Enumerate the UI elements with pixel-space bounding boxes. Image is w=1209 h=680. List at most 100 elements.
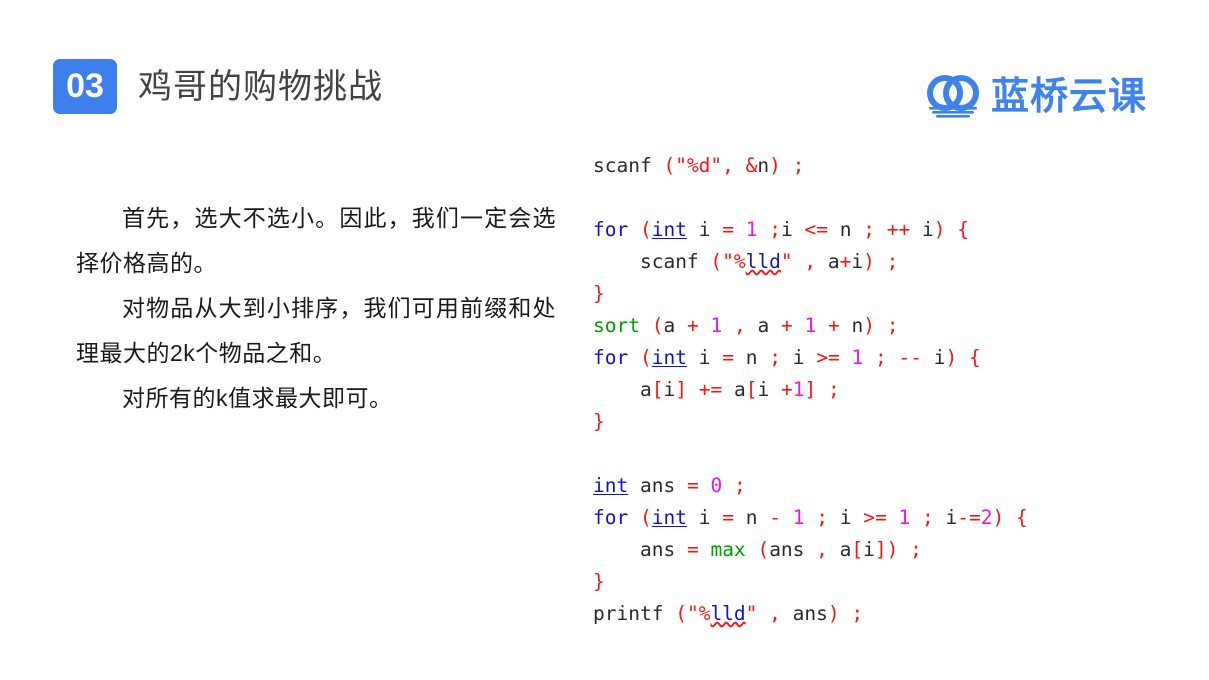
code-token-identifier: i: [921, 218, 934, 241]
code-token-punctuation: ;: [827, 378, 840, 401]
code-token-string: "%: [722, 250, 746, 273]
code-token-keyword: for: [593, 218, 629, 241]
code-token-punctuation: +: [780, 314, 793, 337]
code-token-punctuation: ;: [886, 250, 899, 273]
code-token-punctuation: &: [745, 154, 758, 177]
code-token-punctuation: (: [675, 602, 687, 625]
code-token-punctuation: +: [686, 314, 699, 337]
code-line: }: [593, 406, 1168, 438]
code-token-punctuation: {: [1015, 506, 1028, 529]
code-token-punctuation: ;: [851, 602, 864, 625]
code-token-keyword: int: [651, 506, 687, 529]
code-line: int ans = 0 ;: [593, 470, 1168, 502]
code-token-function: max: [710, 538, 746, 561]
code-token-identifier: ans: [769, 538, 805, 561]
explanation-paragraph-2: 对物品从大到小排序，我们可用前缀和处理最大的2k个物品之和。: [76, 295, 556, 366]
code-block: scanf ("%d", &n) ; for (int i = 1 ;i <= …: [593, 150, 1168, 630]
code-token-punctuation: ]: [804, 378, 817, 401]
code-token-punctuation: {: [957, 218, 969, 241]
code-token-punctuation: >=: [863, 506, 887, 529]
code-token-punctuation: ;: [921, 506, 934, 529]
explanation-text: 首先，选大不选小。因此，我们一定会选择价格高的。 对物品从大到小排序，我们可用前…: [76, 196, 556, 421]
code-token-identifier: i: [945, 506, 958, 529]
code-token-punctuation: ): [827, 602, 840, 625]
code-line: scanf ("%d", &n) ;: [593, 150, 1168, 182]
code-token-punctuation: }: [593, 282, 605, 305]
code-token-number: 2: [980, 506, 993, 529]
code-token-number: 1: [898, 506, 911, 529]
code-token-identifier: scanf: [639, 250, 699, 273]
code-token-keyword: for: [593, 346, 629, 369]
brand-rings-icon: [926, 75, 979, 118]
code-token-identifier: i: [698, 218, 711, 241]
code-token-punctuation: ]: [675, 378, 687, 401]
code-token-punctuation: ,: [722, 154, 734, 177]
code-token-identifier: i: [757, 378, 770, 401]
code-token-punctuation: ,: [769, 602, 781, 625]
code-token-string: "%: [686, 602, 711, 625]
code-token-string: ": [780, 250, 793, 273]
code-token-punctuation: =: [722, 346, 734, 369]
code-token-punctuation: ;: [863, 218, 875, 241]
code-line: }: [593, 566, 1168, 598]
code-token-string: "%d": [675, 154, 723, 177]
code-token-identifier: ans: [639, 538, 676, 561]
code-line: }: [593, 278, 1168, 310]
brand-logo: 蓝桥云课: [923, 68, 1147, 126]
code-token-identifier: a: [757, 314, 770, 337]
code-token-punctuation: ,: [816, 538, 828, 561]
code-token-punctuation: =: [686, 538, 699, 561]
slide-header: 03 鸡哥的购物挑战 蓝桥云课: [0, 0, 1209, 140]
code-token-identifier: i: [851, 250, 864, 273]
code-token-punctuation: ;: [874, 346, 887, 369]
code-token-punctuation: ): [863, 250, 875, 273]
code-token-identifier: ans: [792, 602, 828, 625]
code-token-punctuation: (: [663, 154, 676, 177]
code-token-keyword: int: [593, 474, 629, 497]
code-token-punctuation: ;: [792, 154, 805, 177]
code-token-punctuation: (: [710, 250, 723, 273]
code-token-punctuation: ): [863, 314, 875, 337]
code-token-keyword: int: [651, 218, 687, 241]
code-token-punctuation: +: [839, 250, 852, 273]
code-token-punctuation: [: [851, 538, 864, 561]
code-token-punctuation: {: [968, 346, 981, 369]
code-token-punctuation: ,: [804, 250, 817, 273]
code-line: scanf ("%lld" , a+i) ;: [593, 246, 1168, 278]
code-token-punctuation: =: [686, 474, 699, 497]
code-token-punctuation: ;: [769, 218, 781, 241]
code-token-punctuation: (: [651, 314, 664, 337]
code-token-punctuation: -=: [957, 506, 981, 529]
code-token-identifier: a: [839, 538, 852, 561]
code-token-identifier: i: [698, 506, 711, 529]
code-token-identifier: i: [663, 378, 676, 401]
code-token-identifier: a: [827, 250, 840, 273]
code-token-punctuation: }: [593, 410, 605, 433]
code-token-identifier: i: [863, 538, 875, 561]
code-token-identifier: i: [792, 346, 805, 369]
code-token-punctuation: +: [780, 378, 793, 401]
code-token-string-spellcheck: lld: [745, 250, 781, 273]
code-token-identifier: a: [639, 378, 652, 401]
code-token-punctuation: ]): [874, 538, 899, 561]
code-token-punctuation: ;: [769, 346, 781, 369]
code-token-number: 1: [792, 378, 805, 401]
code-token-punctuation: ;: [910, 538, 922, 561]
code-token-identifier: scanf: [593, 154, 652, 177]
code-token-punctuation: <=: [804, 218, 828, 241]
code-token-identifier: n: [839, 218, 852, 241]
code-token-punctuation: ;: [886, 314, 899, 337]
code-token-identifier: a: [663, 314, 676, 337]
code-token-punctuation: (: [639, 506, 652, 529]
code-line: printf ("%lld" , ans) ;: [593, 598, 1168, 630]
page-title: 鸡哥的购物挑战: [138, 68, 383, 106]
code-token-identifier: a: [733, 378, 746, 401]
code-token-punctuation: ): [769, 154, 781, 177]
code-token-number: 1: [804, 314, 817, 337]
code-token-identifier: printf: [593, 602, 664, 625]
code-token-keyword: for: [593, 506, 629, 529]
code-token-function: sort: [593, 314, 640, 337]
code-token-keyword: int: [651, 346, 687, 369]
